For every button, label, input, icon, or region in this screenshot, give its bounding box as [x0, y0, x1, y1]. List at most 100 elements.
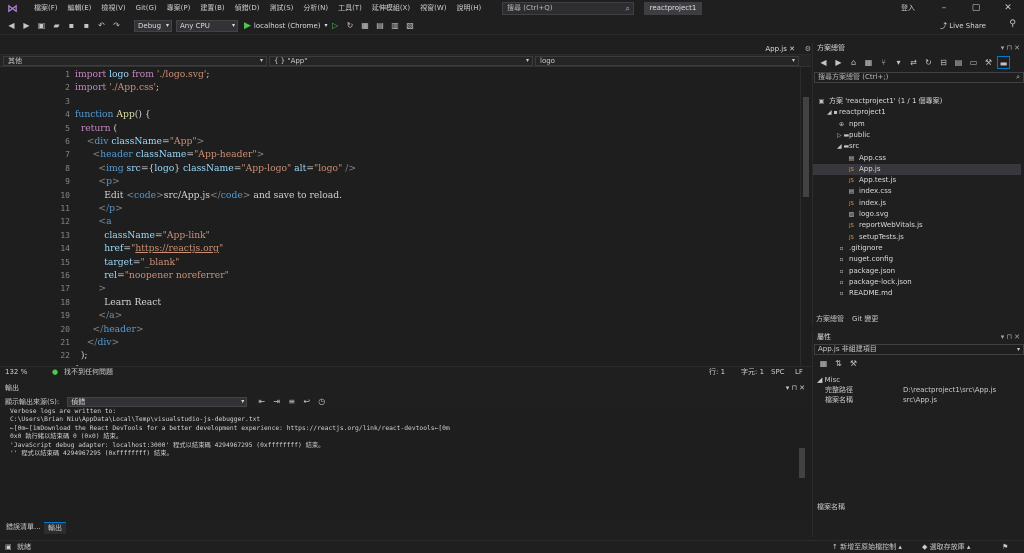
- tree-item[interactable]: ◢ ▪reactproject1: [813, 107, 1021, 118]
- code-line[interactable]: 4 function App() {: [0, 108, 800, 121]
- scrollbar-thumb[interactable]: [803, 97, 809, 197]
- find-next-icon[interactable]: ⇥: [270, 395, 283, 408]
- menu-item[interactable]: 專案(P): [162, 0, 196, 17]
- line-ending-indicator[interactable]: LF: [795, 367, 803, 378]
- search-input[interactable]: 搜尋 (Ctrl+Q) ⌕: [502, 2, 634, 15]
- toolbar-icon[interactable]: ▥: [389, 19, 402, 32]
- code-line[interactable]: 11 </p>: [0, 202, 800, 215]
- menu-item[interactable]: 分析(N): [298, 0, 333, 17]
- refresh-icon[interactable]: ↻: [344, 19, 357, 32]
- add-source-control-button[interactable]: ↑ 新增至原始檔控制 ▴: [832, 541, 902, 553]
- pending-filter-icon[interactable]: ▾: [892, 56, 905, 69]
- undo-icon[interactable]: ↶: [95, 19, 108, 32]
- home-icon[interactable]: ⌂: [847, 56, 860, 69]
- toolbar-icon[interactable]: ▤: [374, 19, 387, 32]
- word-wrap-icon[interactable]: ↩: [300, 395, 313, 408]
- back-icon[interactable]: ◀: [817, 56, 830, 69]
- code-line[interactable]: 22 );: [0, 349, 800, 362]
- code-line[interactable]: 21 </div>: [0, 336, 800, 349]
- menu-item[interactable]: 編輯(E): [63, 0, 97, 17]
- menu-item[interactable]: 視窗(W): [415, 0, 451, 17]
- code-line[interactable]: 16 rel="noopener noreferrer": [0, 269, 800, 282]
- tree-item[interactable]: ▤ index.css: [813, 186, 1021, 197]
- tree-item[interactable]: ▨ logo.svg: [813, 209, 1021, 220]
- clock-icon[interactable]: ◷: [315, 395, 328, 408]
- properties-object-dropdown[interactable]: App.js 非組建項目 ▾: [814, 344, 1024, 355]
- zoom-level[interactable]: 132 %: [5, 367, 27, 378]
- git-icon[interactable]: ⑂: [877, 56, 890, 69]
- close-button[interactable]: ✕: [992, 0, 1024, 17]
- menu-item[interactable]: 檔案(F): [29, 0, 63, 17]
- notifications-icon[interactable]: ⚑: [1002, 541, 1008, 553]
- menu-item[interactable]: 偵錯(D): [230, 0, 265, 17]
- code-line[interactable]: 13 className="App-link": [0, 229, 800, 242]
- tree-item[interactable]: ◢ ▬src: [813, 141, 1021, 152]
- menu-item[interactable]: Git(G): [131, 0, 162, 17]
- code-line[interactable]: 1 import logo from './logo.svg';: [0, 68, 800, 81]
- start-without-debug-icon[interactable]: ▷: [329, 19, 342, 32]
- run-button[interactable]: ▶ localhost (Chrome) ▾: [244, 21, 328, 31]
- tree-item[interactable]: JS setupTests.js: [813, 232, 1021, 243]
- tab-git-changes[interactable]: Git 變更: [852, 313, 878, 325]
- new-item-icon[interactable]: ▣: [35, 19, 48, 32]
- code-line[interactable]: 7 <header className="App-header">: [0, 148, 800, 161]
- tree-item[interactable]: ⊕ npm: [813, 119, 1021, 130]
- categorized-icon[interactable]: ▦: [817, 357, 830, 370]
- tree-item[interactable]: ▫ package.json: [813, 266, 1021, 277]
- wrench-icon[interactable]: ⚒: [982, 56, 995, 69]
- panel-controls-icon[interactable]: ▾ ⊓ ✕: [1001, 43, 1020, 54]
- code-line[interactable]: 17 >: [0, 282, 800, 295]
- code-line[interactable]: 8 <img src={logo} className="App-logo" a…: [0, 162, 800, 175]
- feedback-icon[interactable]: ⚲: [1009, 19, 1016, 29]
- code-line[interactable]: 20 </header>: [0, 323, 800, 336]
- menu-item[interactable]: 工具(T): [333, 0, 367, 17]
- code-line[interactable]: 18 Learn React: [0, 296, 800, 309]
- editor-scrollbar[interactable]: [800, 67, 811, 366]
- tab-output[interactable]: 輸出: [44, 522, 66, 534]
- menu-item[interactable]: 檢視(V): [96, 0, 130, 17]
- code-line[interactable]: 19 </a>: [0, 309, 800, 322]
- toolbar-icon[interactable]: ▧: [404, 19, 417, 32]
- maximize-button[interactable]: ▢: [960, 0, 992, 17]
- tab-solution-explorer[interactable]: 方案總管: [816, 313, 844, 325]
- tab-error-list[interactable]: 錯誤清單...: [6, 522, 41, 533]
- member-dropdown[interactable]: logo ▾: [535, 56, 799, 66]
- tab-menu-icon[interactable]: ⚙: [805, 43, 811, 55]
- save-icon[interactable]: ▪: [65, 19, 78, 32]
- back-icon[interactable]: ◀: [5, 19, 18, 32]
- config-dropdown[interactable]: Debug ▾: [134, 19, 172, 32]
- scrollbar-thumb[interactable]: [799, 448, 805, 478]
- preview-icon[interactable]: ▭: [967, 56, 980, 69]
- minimize-button[interactable]: –: [928, 0, 960, 17]
- tree-item[interactable]: JS index.js: [813, 198, 1021, 209]
- menu-item[interactable]: 測試(S): [264, 0, 298, 17]
- tree-item[interactable]: ▷ ▬public: [813, 130, 1021, 141]
- code-line[interactable]: 6 <div className="App">: [0, 135, 800, 148]
- close-icon[interactable]: ✕: [789, 45, 795, 53]
- tree-item[interactable]: JS App.js: [813, 163, 1021, 176]
- save-all-icon[interactable]: ▪: [80, 19, 93, 32]
- find-icon[interactable]: ⇤: [255, 395, 268, 408]
- tree-item[interactable]: ▤ App.css: [813, 153, 1021, 164]
- code-line[interactable]: 2 import './App.css';: [0, 81, 800, 94]
- code-line[interactable]: 12 <a: [0, 215, 800, 228]
- toolbar-icon[interactable]: ▦: [359, 19, 372, 32]
- code-line[interactable]: 3: [0, 95, 800, 108]
- issues-indicator[interactable]: 找不到任何問題: [64, 367, 113, 378]
- property-category[interactable]: ◢ Misc: [817, 375, 1021, 385]
- property-row[interactable]: 完整路徑 D:\reactproject1\src\App.js: [817, 385, 1021, 395]
- code-line[interactable]: 5 return (: [0, 122, 800, 135]
- platform-dropdown[interactable]: Any CPU ▾: [176, 19, 238, 32]
- tree-item[interactable]: ▫ .gitignore: [813, 243, 1021, 254]
- redo-icon[interactable]: ↷: [110, 19, 123, 32]
- code-line[interactable]: 9 <p>: [0, 175, 800, 188]
- code-line[interactable]: 10 Edit <code>src/App.js</code> and save…: [0, 189, 800, 202]
- property-row[interactable]: 檔案名稱 src\App.js: [817, 395, 1021, 405]
- menu-item[interactable]: 建置(B): [195, 0, 229, 17]
- forward-icon[interactable]: ▶: [832, 56, 845, 69]
- code-line[interactable]: 14 href="https://reactjs.org": [0, 242, 800, 255]
- whitespace-indicator[interactable]: SPC: [771, 367, 785, 378]
- wrench-icon[interactable]: ⚒: [847, 357, 860, 370]
- tree-item[interactable]: ▣ 方案 'reactproject1' (1 / 1 個專案): [813, 96, 1021, 107]
- live-share-button[interactable]: ⤴ Live Share: [940, 19, 986, 33]
